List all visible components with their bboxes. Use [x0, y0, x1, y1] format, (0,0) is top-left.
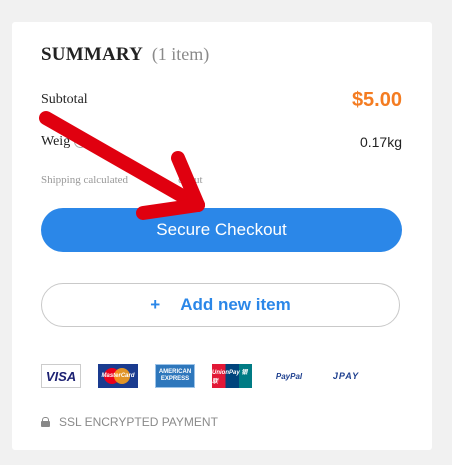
weight-value: 0.17kg — [359, 134, 402, 150]
lock-icon — [41, 417, 50, 427]
paypal-icon: PayPal — [275, 371, 303, 381]
weight-label: Weig — [41, 134, 71, 149]
shipping-note-tail: ckout — [178, 174, 203, 186]
subtotal-value: $5.00 — [351, 88, 402, 111]
add-new-item-label: Add new item — [180, 295, 291, 314]
summary-card: SUMMARY (1 item) Subtotal $5.00 Weig? 0.… — [12, 22, 432, 450]
amex-line2: EXPRESS — [160, 376, 190, 382]
payment-methods: VISA MasterCard AMERICAN EXPRESS UnionPa… — [41, 364, 383, 388]
weight-label-group: Weig? — [41, 134, 88, 150]
subtotal-label: Subtotal — [41, 92, 88, 107]
amex-line1: AMERICAN — [158, 369, 192, 375]
visa-icon: VISA — [41, 364, 81, 388]
mastercard-icon: MasterCard — [98, 364, 138, 388]
subtotal-row: Subtotal $5.00 — [41, 88, 402, 112]
secure-checkout-button[interactable]: Secure Checkout — [41, 208, 402, 252]
ssl-label: SSL ENCRYPTED PAYMENT — [59, 415, 218, 429]
ssl-notice: SSL ENCRYPTED PAYMENT — [41, 415, 218, 429]
plus-icon: + — [150, 295, 161, 314]
shipping-note: Shipping calculated ckout — [41, 174, 203, 186]
jpay-icon: JPAY — [332, 371, 360, 381]
unionpay-icon: UnionPay 银联 — [212, 364, 252, 388]
amex-icon: AMERICAN EXPRESS — [155, 364, 195, 388]
add-new-item-button[interactable]: + Add new item — [41, 283, 400, 327]
weight-row: Weig? 0.17kg — [41, 130, 402, 154]
summary-title: SUMMARY (1 item) — [41, 44, 209, 66]
mastercard-label: MasterCard — [101, 373, 135, 379]
shipping-note-text: Shipping calculated — [41, 174, 129, 186]
item-count: (1 item) — [151, 44, 210, 64]
info-icon[interactable]: ? — [74, 135, 88, 149]
summary-heading: SUMMARY — [41, 44, 144, 65]
